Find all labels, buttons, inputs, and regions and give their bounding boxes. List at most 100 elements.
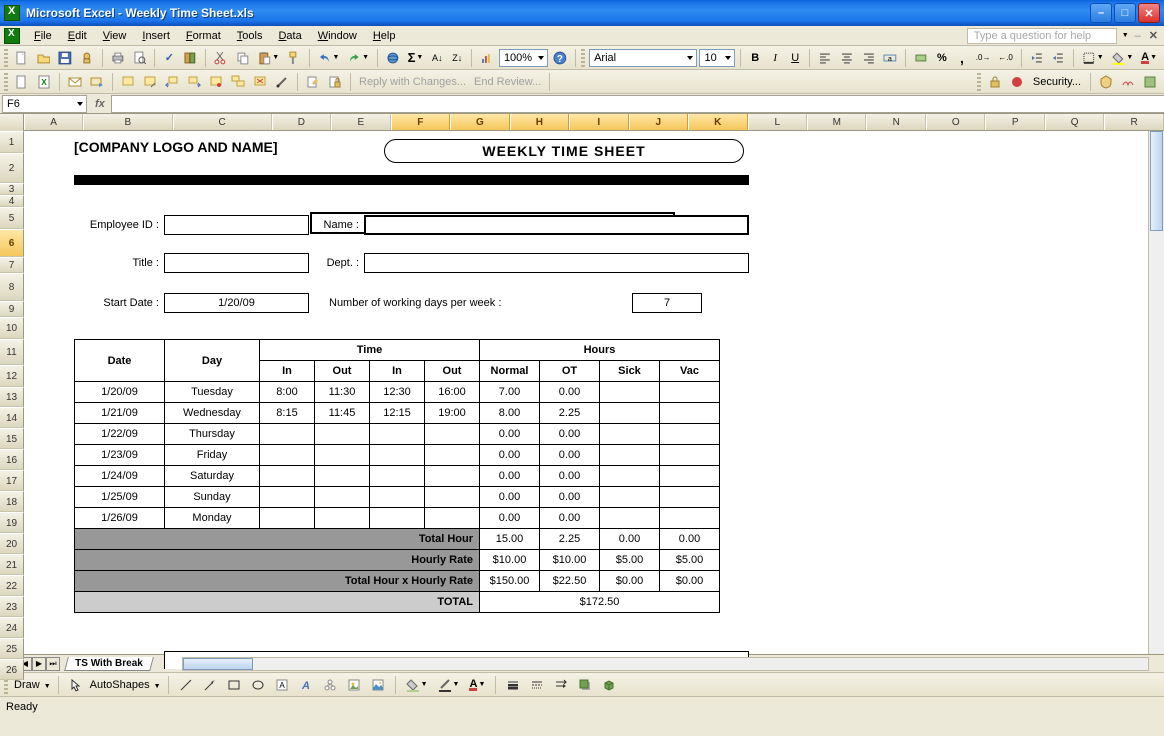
- paste-icon[interactable]: ▼: [255, 49, 283, 67]
- clipart-icon[interactable]: [344, 676, 364, 694]
- shadow-icon[interactable]: [575, 676, 595, 694]
- col-header-H[interactable]: H: [510, 114, 569, 130]
- col-header-C[interactable]: C: [173, 114, 272, 130]
- next-comment-icon[interactable]: [184, 73, 204, 91]
- col-header-F[interactable]: F: [391, 114, 450, 130]
- row-header-25[interactable]: 25: [0, 638, 24, 659]
- row-header-5[interactable]: 5: [0, 207, 24, 229]
- row-header-22[interactable]: 22: [0, 575, 24, 596]
- track-changes-icon[interactable]: [303, 73, 323, 91]
- row-header-9[interactable]: 9: [0, 301, 24, 317]
- row-header-18[interactable]: 18: [0, 491, 24, 512]
- fill-color-draw-icon[interactable]: ▼: [403, 676, 431, 694]
- row-header-7[interactable]: 7: [0, 257, 24, 273]
- cut-icon[interactable]: [211, 49, 231, 67]
- comma-icon[interactable]: ,: [953, 49, 971, 67]
- table-row[interactable]: 1/21/09Wednesday8:1511:4512:1519:008.002…: [75, 403, 720, 424]
- security-label[interactable]: Security...: [1029, 76, 1085, 88]
- col-header-M[interactable]: M: [807, 114, 866, 130]
- insert-comment-icon[interactable]: [118, 73, 138, 91]
- tab-nav-last-icon[interactable]: ⏭: [46, 657, 60, 671]
- col-header-Q[interactable]: Q: [1045, 114, 1104, 130]
- spreadsheet-grid[interactable]: ABCDEFGHIJKLMNOPQR 123456789101112131415…: [0, 114, 1164, 654]
- bold-button[interactable]: B: [746, 49, 764, 67]
- tab-nav-next-icon[interactable]: ▶: [32, 657, 46, 671]
- row-header-13[interactable]: 13: [0, 387, 24, 407]
- borders-icon[interactable]: ▼: [1079, 49, 1107, 67]
- prev-comment-icon[interactable]: [162, 73, 182, 91]
- timesheet-table[interactable]: DateDayTimeHoursInOutInOutNormalOTSickVa…: [74, 339, 720, 613]
- increase-decimal-icon[interactable]: .0→: [973, 49, 993, 67]
- row-header-17[interactable]: 17: [0, 470, 24, 491]
- arrow-style-icon[interactable]: [551, 676, 571, 694]
- protect-sheet-icon[interactable]: [985, 73, 1005, 91]
- col-header-L[interactable]: L: [748, 114, 807, 130]
- table-row[interactable]: 1/26/09Monday0.000.00: [75, 508, 720, 529]
- font-size-select[interactable]: 10: [699, 49, 735, 67]
- open-icon[interactable]: [34, 49, 54, 67]
- decrease-indent-icon[interactable]: [1027, 49, 1047, 67]
- font-name-select[interactable]: Arial: [589, 49, 697, 67]
- fx-icon[interactable]: fx: [89, 98, 111, 110]
- currency-icon[interactable]: [911, 49, 931, 67]
- new-icon[interactable]: [12, 49, 32, 67]
- col-header-J[interactable]: J: [629, 114, 688, 130]
- copy-icon[interactable]: [233, 49, 253, 67]
- sheet-tab[interactable]: TS With Break: [64, 657, 153, 671]
- print-preview-icon[interactable]: [130, 49, 150, 67]
- row-header-14[interactable]: 14: [0, 407, 24, 428]
- chart-wizard-icon[interactable]: [477, 49, 497, 67]
- row-header-4[interactable]: 4: [0, 195, 24, 207]
- table-row[interactable]: 1/23/09Friday0.000.00: [75, 445, 720, 466]
- protect-icon[interactable]: [325, 73, 345, 91]
- autoshapes-menu[interactable]: AutoShapes ▼: [90, 679, 161, 691]
- align-center-icon[interactable]: [837, 49, 857, 67]
- system-icon[interactable]: [4, 28, 20, 44]
- menu-data[interactable]: Data: [270, 28, 309, 44]
- menu-window[interactable]: Window: [310, 28, 365, 44]
- toolbar-grip[interactable]: [4, 73, 8, 91]
- help-dropdown-icon[interactable]: ▼: [1122, 32, 1129, 39]
- dash-style-icon[interactable]: [527, 676, 547, 694]
- format-painter-icon[interactable]: [284, 49, 304, 67]
- autosum-icon[interactable]: Σ▼: [405, 49, 426, 67]
- field-name[interactable]: [364, 215, 749, 235]
- menu-file[interactable]: File: [26, 28, 60, 44]
- col-header-B[interactable]: B: [83, 114, 172, 130]
- vba-icon[interactable]: [1140, 73, 1160, 91]
- menu-insert[interactable]: Insert: [134, 28, 178, 44]
- font-color-icon[interactable]: A▼: [1138, 49, 1160, 67]
- formula-input[interactable]: [111, 95, 1164, 113]
- menu-help[interactable]: Help: [365, 28, 404, 44]
- line-style-icon[interactable]: [503, 676, 523, 694]
- row-header-6[interactable]: 6: [0, 229, 24, 257]
- draw-menu[interactable]: Draw ▼: [14, 679, 51, 691]
- spelling-icon[interactable]: ✓: [160, 49, 178, 67]
- col-header-R[interactable]: R: [1104, 114, 1163, 130]
- save-icon[interactable]: [55, 49, 75, 67]
- arrow-icon[interactable]: [200, 676, 220, 694]
- field-employee-id[interactable]: [164, 215, 309, 235]
- align-left-icon[interactable]: [815, 49, 835, 67]
- redo-icon[interactable]: ▼: [344, 49, 372, 67]
- table-row[interactable]: 1/25/09Sunday0.000.00: [75, 487, 720, 508]
- align-right-icon[interactable]: [859, 49, 879, 67]
- hyperlink-icon[interactable]: [383, 49, 403, 67]
- menu-view[interactable]: View: [95, 28, 135, 44]
- percent-icon[interactable]: %: [933, 49, 951, 67]
- col-header-D[interactable]: D: [272, 114, 331, 130]
- vertical-scrollbar[interactable]: [1148, 131, 1164, 654]
- merge-center-icon[interactable]: a: [880, 49, 900, 67]
- row-header-1[interactable]: 1: [0, 131, 24, 153]
- maximize-button[interactable]: □: [1114, 3, 1136, 23]
- ink-icon[interactable]: [272, 73, 292, 91]
- table-row[interactable]: 1/22/09Thursday0.000.00: [75, 424, 720, 445]
- macro-security-icon[interactable]: [1096, 73, 1116, 91]
- close-button[interactable]: ✕: [1138, 3, 1160, 23]
- mdi-close-button[interactable]: ✕: [1147, 29, 1160, 42]
- select-objects-icon[interactable]: [66, 676, 86, 694]
- horizontal-scrollbar[interactable]: [182, 657, 1149, 671]
- row-header-20[interactable]: 20: [0, 533, 24, 554]
- row-header-19[interactable]: 19: [0, 512, 24, 533]
- new-workbook-icon[interactable]: [12, 73, 32, 91]
